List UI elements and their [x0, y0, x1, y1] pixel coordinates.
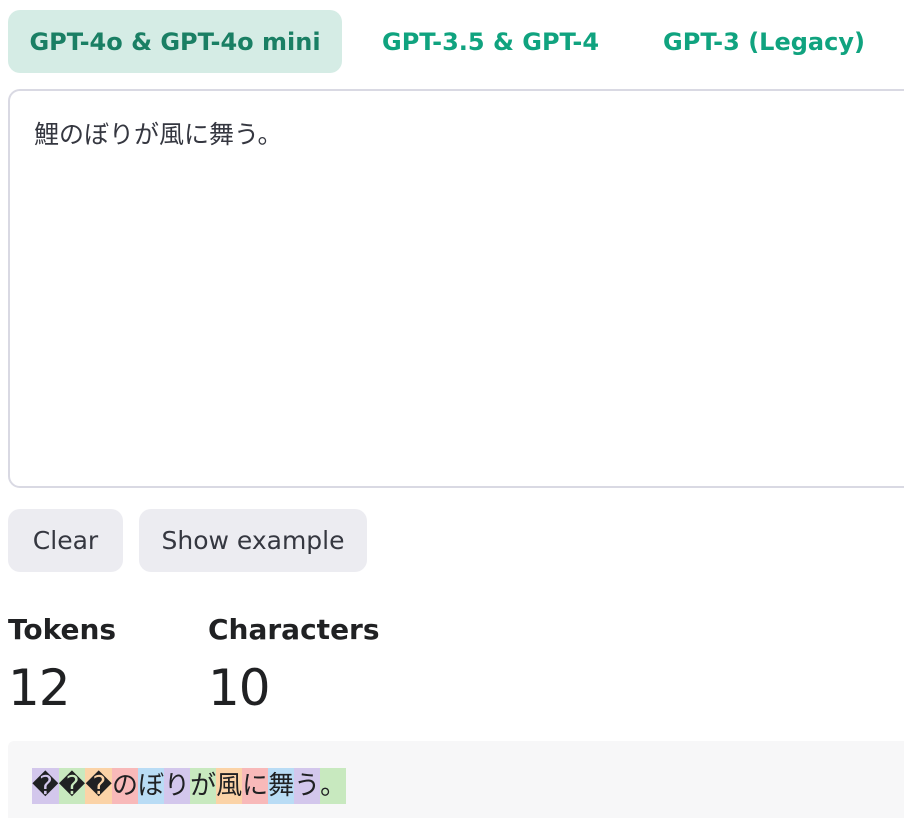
token: 。 — [320, 768, 347, 804]
token: が — [190, 768, 217, 804]
token-output: � � � の ぼ り が 風 に 舞 う 。 — [8, 741, 904, 818]
tab-gpt-4o[interactable]: GPT-4o & GPT-4o mini — [8, 10, 342, 73]
token: � — [32, 768, 59, 804]
model-tabs: GPT-4o & GPT-4o mini GPT-3.5 & GPT-4 GPT… — [8, 10, 889, 73]
characters-stat: Characters 10 — [208, 612, 380, 718]
show-example-button[interactable]: Show example — [139, 509, 367, 572]
characters-label: Characters — [208, 613, 380, 646]
tokens-stat: Tokens 12 — [8, 612, 116, 718]
token: 風 — [216, 768, 243, 804]
tab-gpt-3-5[interactable]: GPT-3.5 & GPT-4 — [358, 10, 623, 73]
tokens-label: Tokens — [8, 613, 117, 646]
token: ぼ — [138, 768, 165, 804]
text-input[interactable]: 鯉のぼりが風に舞う。 — [8, 89, 904, 488]
tab-gpt-3-legacy[interactable]: GPT-3 (Legacy) — [639, 10, 889, 73]
token: � — [58, 768, 86, 804]
characters-count: 10 — [208, 659, 271, 717]
token: � — [85, 768, 113, 804]
tokens-count: 12 — [8, 659, 71, 717]
input-text-value: 鯉のぼりが風に舞う。 — [34, 120, 283, 149]
token: 舞 — [268, 768, 295, 804]
token: り — [164, 768, 191, 804]
token: に — [242, 768, 269, 804]
clear-button[interactable]: Clear — [8, 509, 123, 572]
tokenizer-page: GPT-4o & GPT-4o mini GPT-3.5 & GPT-4 GPT… — [0, 0, 904, 818]
token-list: � � � の ぼ り が 風 に 舞 う 。 — [32, 768, 347, 804]
token: う — [294, 768, 321, 804]
token: の — [112, 768, 139, 804]
